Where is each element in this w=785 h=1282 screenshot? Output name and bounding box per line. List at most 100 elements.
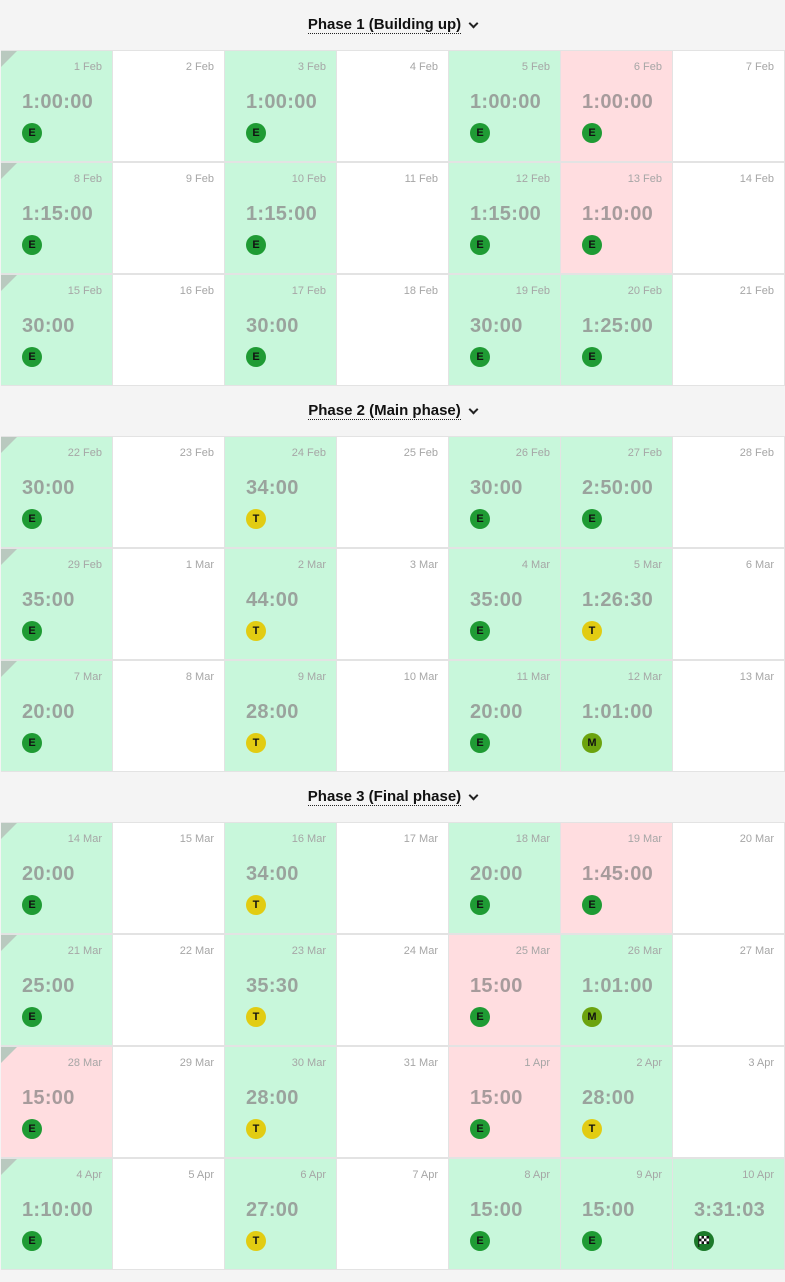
workout-duration: 28:00 (582, 1087, 635, 1109)
workout-type-badge: T (582, 1119, 602, 1139)
day-cell[interactable]: 13 Feb 1:10:00 E (561, 162, 673, 274)
day-cell[interactable]: 7 Mar 20:00 E (1, 660, 113, 772)
day-date: 7 Feb (745, 61, 774, 73)
workout-duration: 1:45:00 (582, 863, 654, 885)
day-cell[interactable]: 21 Mar 25:00 E (1, 934, 113, 1046)
day-cell[interactable]: 2 Mar 44:00 T (225, 548, 337, 660)
workout-type-badge: E (470, 733, 490, 753)
day-date: 6 Apr (300, 1169, 326, 1181)
phase-title[interactable]: Phase 1 (Building up) (307, 16, 462, 34)
chevron-down-icon[interactable] (468, 790, 479, 800)
day-date: 1 Mar (185, 559, 214, 571)
phase-header: Phase 1 (Building up) (0, 0, 785, 50)
day-cell[interactable]: 4 Mar 35:00 E (449, 548, 561, 660)
workout-duration: 30:00 (22, 477, 75, 499)
day-cell: 7 Feb (673, 50, 785, 162)
day-date: 28 Mar (67, 1057, 102, 1069)
day-cell[interactable]: 18 Mar 20:00 E (449, 822, 561, 934)
workout-type-badge: E (22, 235, 42, 255)
week-corner-marker (1, 661, 17, 677)
day-cell[interactable]: 24 Feb 34:00 T (225, 436, 337, 548)
day-date: 19 Mar (627, 833, 662, 845)
day-cell[interactable]: 17 Feb 30:00 E (225, 274, 337, 386)
workout-duration: 25:00 (22, 975, 75, 997)
day-cell[interactable]: 26 Mar 1:01:00 M (561, 934, 673, 1046)
week-corner-marker (1, 823, 17, 839)
day-cell[interactable]: 11 Mar 20:00 E (449, 660, 561, 772)
day-cell[interactable]: 25 Mar 15:00 E (449, 934, 561, 1046)
day-date: 15 Mar (179, 833, 214, 845)
day-cell[interactable]: 19 Feb 30:00 E (449, 274, 561, 386)
day-date: 12 Mar (627, 671, 662, 683)
chevron-down-icon[interactable] (468, 18, 479, 28)
day-cell[interactable]: 27 Feb 2:50:00 E (561, 436, 673, 548)
day-cell[interactable]: 14 Mar 20:00 E (1, 822, 113, 934)
day-date: 14 Feb (739, 173, 774, 185)
workout-type-badge: T (246, 1007, 266, 1027)
day-cell[interactable]: 30 Mar 28:00 T (225, 1046, 337, 1158)
day-cell[interactable]: 12 Feb 1:15:00 E (449, 162, 561, 274)
day-cell[interactable]: 12 Mar 1:01:00 M (561, 660, 673, 772)
workout-type-badge: E (246, 123, 266, 143)
week-corner-marker (1, 275, 17, 291)
day-cell[interactable]: 8 Apr 15:00 E (449, 1158, 561, 1270)
day-cell[interactable]: 1 Feb 1:00:00 E (1, 50, 113, 162)
day-cell[interactable]: 28 Mar 15:00 E (1, 1046, 113, 1158)
day-cell[interactable]: 3 Feb 1:00:00 E (225, 50, 337, 162)
workout-type-badge: E (22, 621, 42, 641)
day-cell[interactable]: 10 Apr 3:31:03 (673, 1158, 785, 1270)
workout-duration: 35:00 (22, 589, 75, 611)
phase-header: Phase 2 (Main phase) (0, 386, 785, 436)
day-date: 17 Feb (291, 285, 326, 297)
workout-duration: 20:00 (470, 863, 523, 885)
workout-type-badge: E (582, 235, 602, 255)
day-cell: 17 Mar (337, 822, 449, 934)
day-cell[interactable]: 9 Mar 28:00 T (225, 660, 337, 772)
day-cell[interactable]: 9 Apr 15:00 E (561, 1158, 673, 1270)
workout-duration: 1:15:00 (470, 203, 542, 225)
phase-calendar-grid: 1 Feb 1:00:00 E 2 Feb 3 Feb 1:00:00 E 4 Feb 5 Fe… (0, 50, 785, 386)
day-date: 14 Mar (67, 833, 102, 845)
phase-header: Phase 3 (Final phase) (0, 772, 785, 822)
day-cell[interactable]: 23 Mar 35:30 T (225, 934, 337, 1046)
day-date: 3 Feb (297, 61, 326, 73)
day-date: 25 Feb (403, 447, 438, 459)
phase-title[interactable]: Phase 3 (Final phase) (307, 788, 462, 806)
workout-duration: 35:30 (246, 975, 299, 997)
day-date: 19 Feb (515, 285, 550, 297)
workout-type-badge: E (22, 347, 42, 367)
day-date: 28 Feb (739, 447, 774, 459)
day-cell[interactable]: 8 Feb 1:15:00 E (1, 162, 113, 274)
day-cell[interactable]: 5 Feb 1:00:00 E (449, 50, 561, 162)
workout-type-badge: E (246, 347, 266, 367)
day-date: 2 Apr (636, 1057, 662, 1069)
day-cell[interactable]: 2 Apr 28:00 T (561, 1046, 673, 1158)
day-cell: 5 Apr (113, 1158, 225, 1270)
day-date: 9 Mar (297, 671, 326, 683)
day-cell[interactable]: 6 Apr 27:00 T (225, 1158, 337, 1270)
day-cell[interactable]: 26 Feb 30:00 E (449, 436, 561, 548)
phase-calendar-grid: 14 Mar 20:00 E 15 Mar 16 Mar 34:00 T 17 Mar 18 M… (0, 822, 785, 1270)
workout-type-badge: E (470, 347, 490, 367)
day-cell[interactable]: 1 Apr 15:00 E (449, 1046, 561, 1158)
day-cell[interactable]: 22 Feb 30:00 E (1, 436, 113, 548)
day-cell[interactable]: 5 Mar 1:26:30 T (561, 548, 673, 660)
day-cell: 6 Mar (673, 548, 785, 660)
day-date: 26 Feb (515, 447, 550, 459)
day-cell[interactable]: 29 Feb 35:00 E (1, 548, 113, 660)
day-cell[interactable]: 20 Feb 1:25:00 E (561, 274, 673, 386)
day-cell[interactable]: 6 Feb 1:00:00 E (561, 50, 673, 162)
chevron-down-icon[interactable] (468, 404, 479, 414)
workout-duration: 34:00 (246, 863, 299, 885)
day-date: 15 Feb (67, 285, 102, 297)
day-cell[interactable]: 16 Mar 34:00 T (225, 822, 337, 934)
workout-type-badge: E (470, 895, 490, 915)
day-cell: 10 Mar (337, 660, 449, 772)
phase-title[interactable]: Phase 2 (Main phase) (308, 402, 461, 420)
day-cell[interactable]: 19 Mar 1:45:00 E (561, 822, 673, 934)
day-date: 11 Mar (516, 671, 550, 683)
day-cell[interactable]: 4 Apr 1:10:00 E (1, 1158, 113, 1270)
day-date: 8 Mar (185, 671, 214, 683)
day-cell[interactable]: 10 Feb 1:15:00 E (225, 162, 337, 274)
day-cell[interactable]: 15 Feb 30:00 E (1, 274, 113, 386)
